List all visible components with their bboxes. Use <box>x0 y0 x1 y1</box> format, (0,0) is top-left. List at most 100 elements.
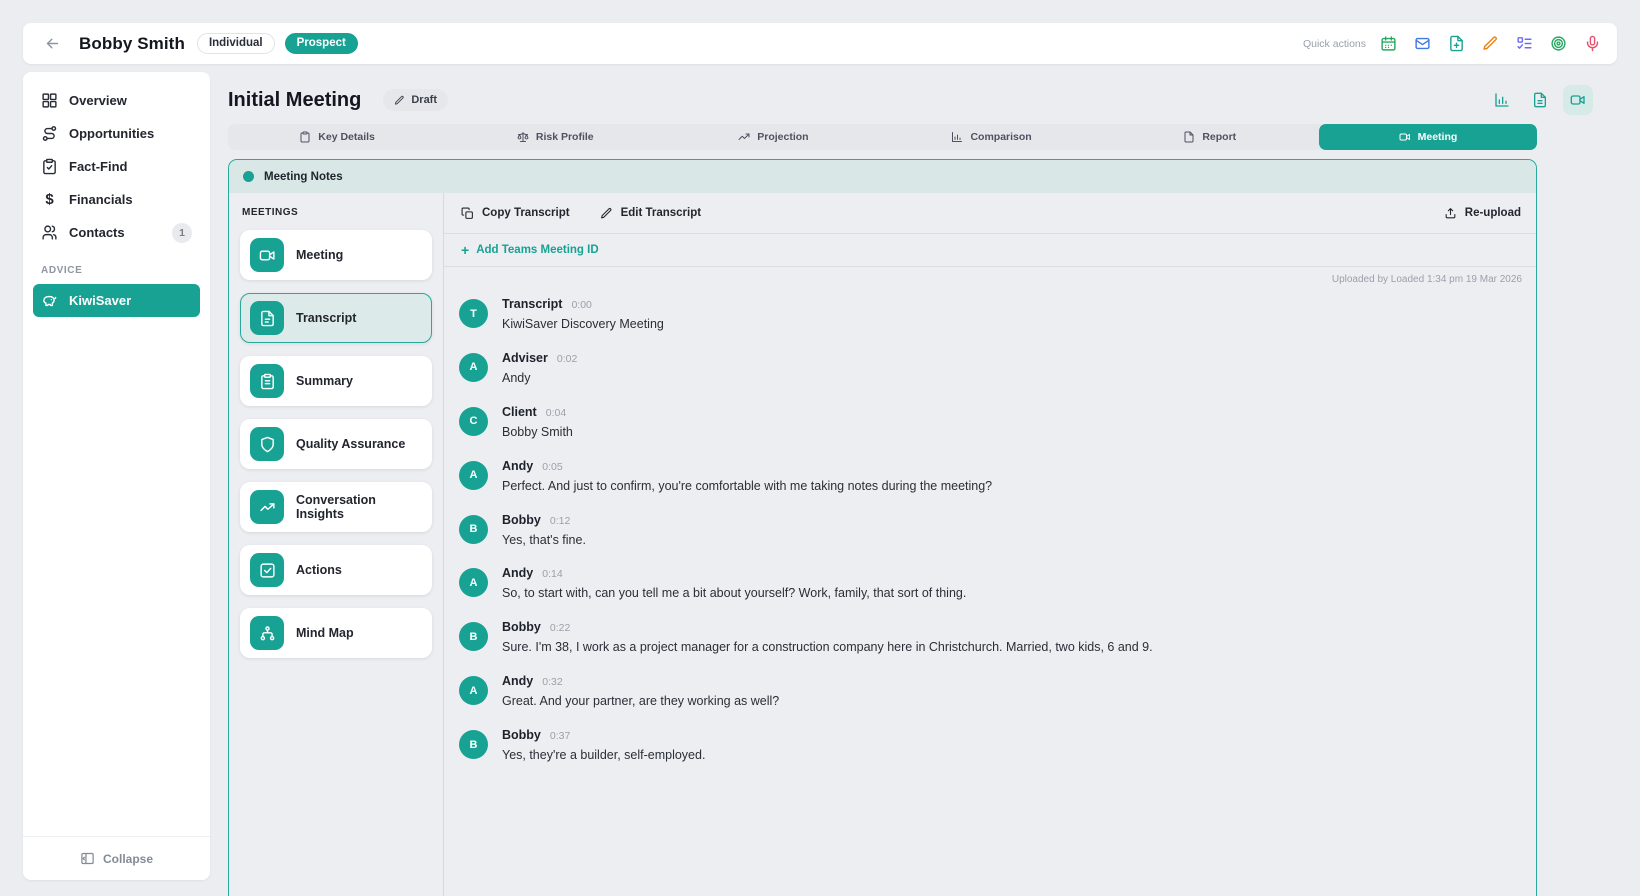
avatar: B <box>459 730 488 759</box>
reupload-label: Re-upload <box>1465 207 1521 219</box>
transcript-entry: A Andy 0:14 So, to start with, can you t… <box>459 566 1519 602</box>
timestamp: 0:00 <box>571 299 591 311</box>
tab-label: Projection <box>757 131 808 143</box>
calendar-icon[interactable] <box>1380 35 1397 52</box>
client-status-badge: Prospect <box>285 33 358 55</box>
avatar: T <box>459 299 488 328</box>
video-icon <box>1570 92 1586 108</box>
speaker-name: Bobby <box>502 728 541 742</box>
draft-status-badge[interactable]: Draft <box>383 89 448 111</box>
chart-view-button[interactable] <box>1487 85 1517 115</box>
uploaded-info: Uploaded by Loaded 1:34 pm 19 Mar 2026 <box>444 267 1536 291</box>
mic-icon[interactable] <box>1584 35 1601 52</box>
scale-icon <box>517 131 529 143</box>
trending-up-icon <box>259 499 276 516</box>
meeting-nav-label: Actions <box>296 563 342 577</box>
tab-meeting[interactable]: Meeting <box>1319 124 1537 150</box>
video-icon <box>259 247 276 264</box>
transcript-text: Yes, that's fine. <box>502 532 586 549</box>
timestamp: 0:05 <box>542 461 562 473</box>
main-content: Initial Meeting Draft Key <box>228 72 1617 896</box>
tab-comparison[interactable]: Comparison <box>883 124 1101 150</box>
avatar: A <box>459 568 488 597</box>
add-teams-meeting-id-link[interactable]: + Add Teams Meeting ID <box>461 243 599 257</box>
list-todo-icon[interactable] <box>1516 35 1533 52</box>
org-chart-icon <box>259 625 276 642</box>
timestamp: 0:12 <box>550 515 570 527</box>
status-dot <box>243 171 254 182</box>
speaker-name: Andy <box>502 566 533 580</box>
plus-icon: + <box>461 243 469 257</box>
reupload-button[interactable]: Re-upload <box>1444 207 1521 220</box>
panel-collapse-icon <box>80 851 95 866</box>
meeting-nav-conversation-insights[interactable]: Conversation Insights <box>240 482 432 532</box>
transcript-entry: B Bobby 0:37 Yes, they're a builder, sel… <box>459 728 1519 764</box>
sidebar: Overview Opportunities Fact-Find $ Finan… <box>23 72 210 880</box>
check-square-icon <box>259 562 276 579</box>
client-type-badge: Individual <box>197 33 275 55</box>
dollar-icon: $ <box>41 191 58 208</box>
pen-icon[interactable] <box>1482 35 1499 52</box>
transcript-entry: B Bobby 0:22 Sure. I'm 38, I work as a p… <box>459 620 1519 656</box>
meeting-notes-panel: Meeting Notes MEETINGS Meeting Transcrip… <box>228 159 1537 896</box>
bar-chart-icon <box>951 131 963 143</box>
timestamp: 0:02 <box>557 353 577 365</box>
tab-key-details[interactable]: Key Details <box>228 124 446 150</box>
sidebar-item-kiwisaver[interactable]: KiwiSaver <box>33 284 200 317</box>
transcript-list[interactable]: T Transcript 0:00 KiwiSaver Discovery Me… <box>444 291 1536 896</box>
target-icon[interactable] <box>1550 35 1567 52</box>
tab-report[interactable]: Report <box>1101 124 1319 150</box>
timestamp: 0:22 <box>550 622 570 634</box>
speaker-name: Bobby <box>502 620 541 634</box>
meeting-nav-actions[interactable]: Actions <box>240 545 432 595</box>
meeting-notes-header: Meeting Notes <box>229 160 1536 193</box>
page-title: Initial Meeting <box>228 89 361 112</box>
avatar: B <box>459 515 488 544</box>
meeting-nav-label: Meeting <box>296 248 343 262</box>
meeting-nav-mind-map[interactable]: Mind Map <box>240 608 432 658</box>
client-name: Bobby Smith <box>79 34 185 54</box>
file-plus-icon[interactable] <box>1448 35 1465 52</box>
trending-up-icon <box>738 131 750 143</box>
meeting-view-button[interactable] <box>1563 85 1593 115</box>
tab-risk-profile[interactable]: Risk Profile <box>446 124 664 150</box>
tab-label: Key Details <box>318 131 375 143</box>
sidebar-item-contacts[interactable]: Contacts 1 <box>33 216 200 249</box>
panel-title: Meeting Notes <box>264 171 343 183</box>
transcript-text: Bobby Smith <box>502 424 573 441</box>
mail-icon[interactable] <box>1414 35 1431 52</box>
transcript-entry: T Transcript 0:00 KiwiSaver Discovery Me… <box>459 297 1519 333</box>
collapse-sidebar-button[interactable]: Collapse <box>23 836 210 880</box>
sidebar-item-financials[interactable]: $ Financials <box>33 183 200 216</box>
meeting-tabs: Key Details Risk Profile Projection Comp… <box>228 124 1537 150</box>
meeting-nav-label: Mind Map <box>296 626 354 640</box>
meeting-nav-summary[interactable]: Summary <box>240 356 432 406</box>
tab-label: Comparison <box>970 131 1031 143</box>
transcript-text: KiwiSaver Discovery Meeting <box>502 316 664 333</box>
meeting-nav-transcript[interactable]: Transcript <box>240 293 432 343</box>
copy-transcript-button[interactable]: Copy Transcript <box>461 207 570 220</box>
file-text-icon <box>259 310 276 327</box>
sidebar-item-label: Contacts <box>69 225 125 240</box>
quick-actions <box>1380 35 1601 52</box>
piggy-bank-icon <box>41 292 58 309</box>
sidebar-item-opportunities[interactable]: Opportunities <box>33 117 200 150</box>
meeting-nav-label: Quality Assurance <box>296 437 405 451</box>
sidebar-item-fact-find[interactable]: Fact-Find <box>33 150 200 183</box>
back-button[interactable] <box>39 31 65 57</box>
quick-actions-label: Quick actions <box>1303 38 1366 50</box>
tab-label: Meeting <box>1418 131 1458 143</box>
tab-projection[interactable]: Projection <box>664 124 882 150</box>
client-header-bar: Bobby Smith Individual Prospect Quick ac… <box>23 23 1617 64</box>
transcript-text: Sure. I'm 38, I work as a project manage… <box>502 639 1153 656</box>
transcript-text: Great. And your partner, are they workin… <box>502 693 779 710</box>
document-view-button[interactable] <box>1525 85 1555 115</box>
edit-transcript-button[interactable]: Edit Transcript <box>600 207 702 220</box>
meeting-nav-meeting[interactable]: Meeting <box>240 230 432 280</box>
pen-icon <box>394 95 405 106</box>
timestamp: 0:37 <box>550 730 570 742</box>
meeting-nav-quality-assurance[interactable]: Quality Assurance <box>240 419 432 469</box>
sidebar-item-overview[interactable]: Overview <box>33 84 200 117</box>
transcript-text: So, to start with, can you tell me a bit… <box>502 585 966 602</box>
speaker-name: Andy <box>502 674 533 688</box>
